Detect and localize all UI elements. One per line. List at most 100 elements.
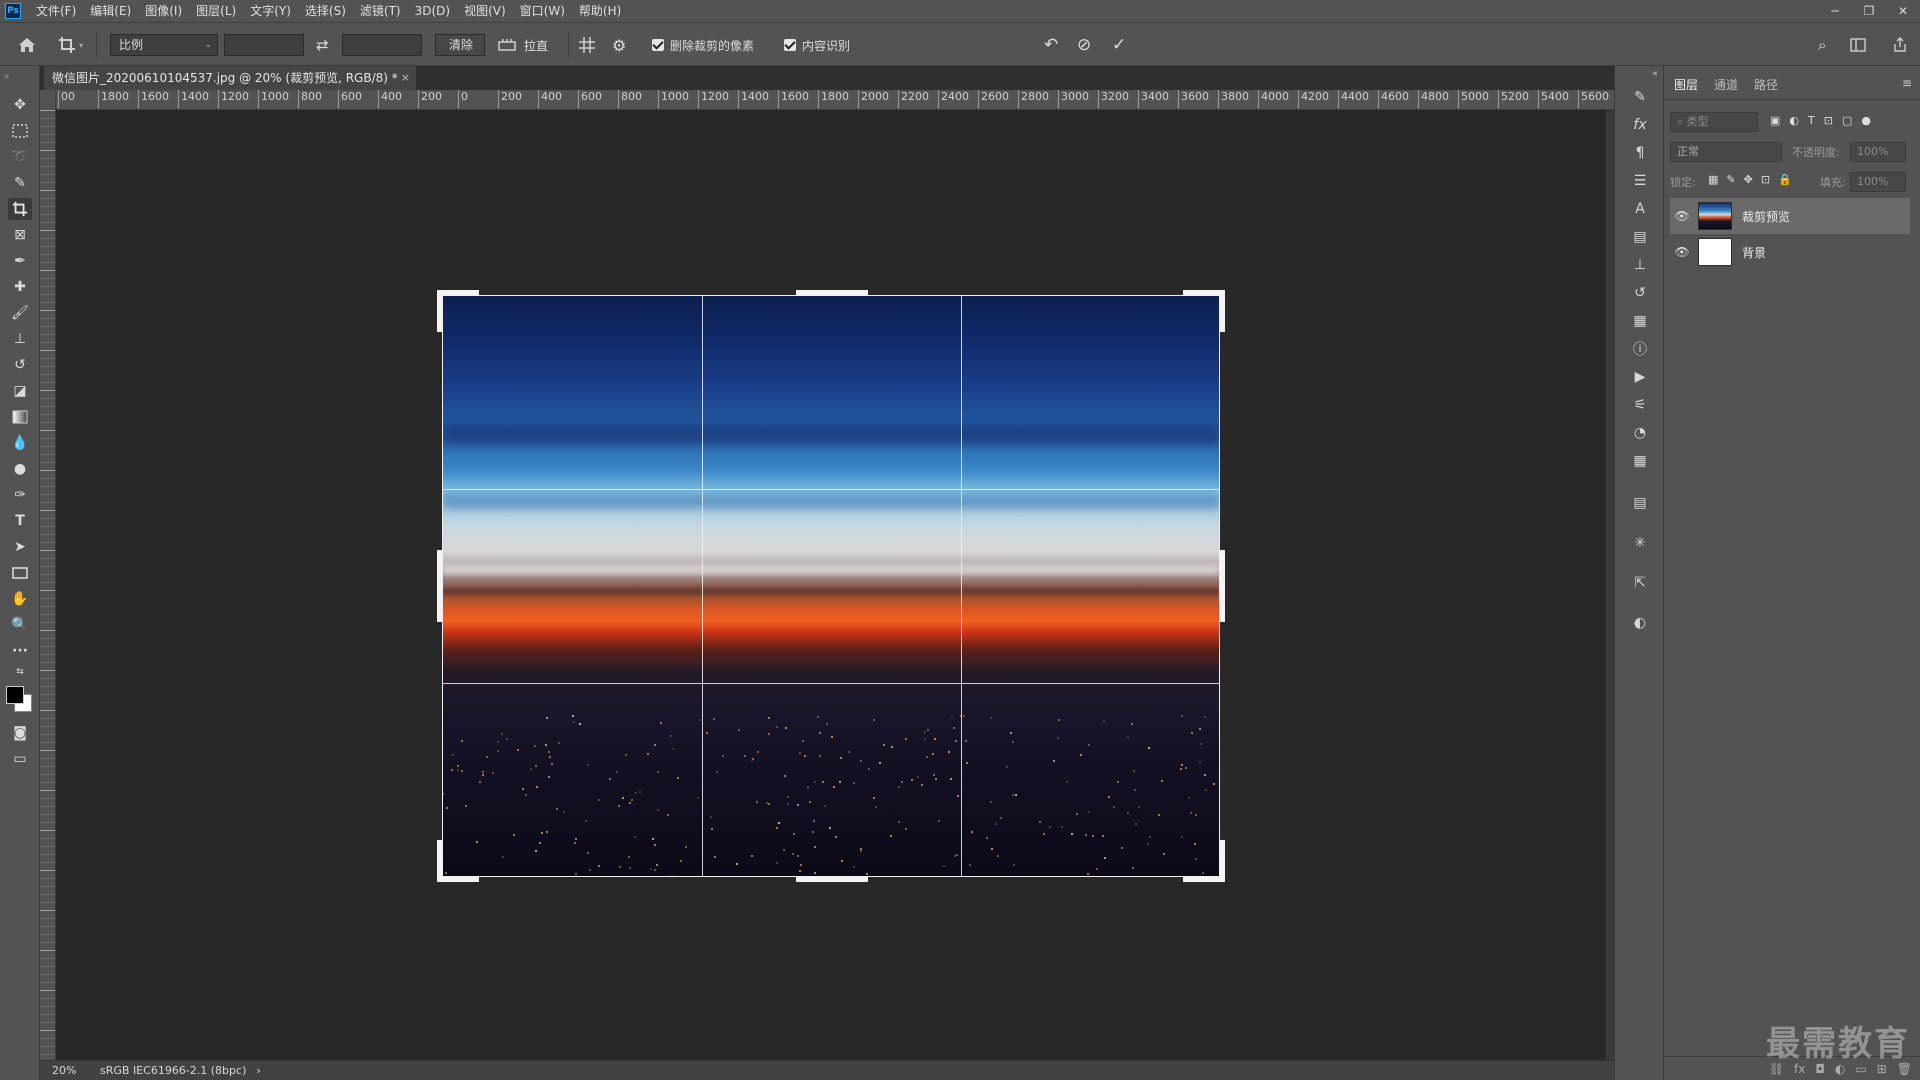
- zoom-level[interactable]: 20%: [52, 1064, 92, 1077]
- brush-tool[interactable]: 🖌: [8, 302, 32, 324]
- clone-stamp-tool[interactable]: ⊥: [8, 328, 32, 350]
- crop-handle-top-left[interactable]: [437, 290, 442, 332]
- tab-layers[interactable]: 图层: [1674, 76, 1698, 93]
- menu-file[interactable]: 文件(F): [29, 0, 83, 22]
- share-button[interactable]: [1892, 23, 1908, 67]
- adjustments-icon[interactable]: ⚟: [1628, 394, 1652, 416]
- crop-handle-top-right[interactable]: [1183, 290, 1225, 295]
- clear-button[interactable]: 清除: [435, 34, 485, 56]
- hand-tool[interactable]: ✋: [8, 588, 32, 610]
- screen-mode-button[interactable]: ▭: [8, 748, 32, 770]
- crop-handle-bottom[interactable]: [796, 877, 868, 882]
- info-icon[interactable]: ⓘ: [1628, 338, 1652, 360]
- crop-handle-top[interactable]: [796, 290, 868, 295]
- minimize-button[interactable]: ─: [1818, 0, 1852, 22]
- character-icon[interactable]: A: [1628, 198, 1652, 220]
- document-tab[interactable]: 微信图片_20200610104537.jpg @ 20% (裁剪预览, RGB…: [44, 66, 416, 90]
- notes-icon[interactable]: ▤: [1628, 492, 1652, 514]
- straighten-button[interactable]: 拉直: [498, 23, 548, 67]
- delete-cropped-pixels-checkbox[interactable]: 删除裁剪的像素: [652, 23, 754, 67]
- horizontal-ruler[interactable]: 00 1800 1600 1400 1200 1000 800 600 400 200 0 200 40…: [56, 90, 1614, 110]
- crop-settings-button[interactable]: ⚙: [612, 23, 626, 67]
- search-button[interactable]: ⌕: [1818, 23, 1826, 67]
- frame-tool[interactable]: ⊠: [8, 224, 32, 246]
- adjustment-filter-icon[interactable]: ◐: [1789, 114, 1799, 127]
- crop-tool-preset[interactable]: ▾: [58, 23, 83, 67]
- navigator-icon[interactable]: ✳: [1628, 532, 1652, 554]
- properties-icon[interactable]: ☰: [1628, 170, 1652, 192]
- opacity-input[interactable]: 100%: [1850, 142, 1906, 162]
- foreground-color-swatch-front[interactable]: [6, 686, 24, 704]
- blur-tool[interactable]: 💧: [8, 432, 32, 454]
- gradient-tool[interactable]: [8, 406, 32, 428]
- content-aware-checkbox[interactable]: 内容识别: [784, 23, 850, 67]
- commit-crop-button[interactable]: ✓: [1112, 23, 1126, 67]
- ratio-select[interactable]: 比例 ⌄: [110, 34, 218, 56]
- fill-input[interactable]: 100%: [1850, 172, 1906, 192]
- status-menu-arrow[interactable]: ›: [256, 1064, 260, 1077]
- type-tool[interactable]: T: [8, 510, 32, 532]
- crop-box[interactable]: [442, 295, 1220, 877]
- clone-source-icon[interactable]: ⊥: [1628, 254, 1652, 276]
- history-icon[interactable]: ↺: [1628, 282, 1652, 304]
- crop-handle-bottom-left[interactable]: [437, 877, 479, 882]
- marquee-tool[interactable]: [8, 120, 32, 142]
- table-icon[interactable]: ▦: [1628, 450, 1652, 472]
- blend-mode-select[interactable]: 正常: [1670, 142, 1782, 162]
- restore-button[interactable]: ❐: [1852, 0, 1886, 22]
- vertical-ruler[interactable]: [40, 110, 56, 1060]
- layer-row[interactable]: 👁 背景: [1670, 234, 1910, 270]
- menu-filter[interactable]: 滤镜(T): [353, 0, 408, 22]
- crop-handle-left[interactable]: [437, 550, 442, 622]
- swap-colors-button[interactable]: ⇆: [8, 666, 32, 678]
- menu-3d[interactable]: 3D(D): [408, 0, 457, 22]
- overlay-options-button[interactable]: [578, 23, 596, 67]
- reset-crop-button[interactable]: ↶: [1044, 23, 1058, 67]
- quick-selection-tool[interactable]: ✎: [8, 172, 32, 194]
- dodge-tool[interactable]: ●: [8, 458, 32, 480]
- lock-position-icon[interactable]: ✥: [1744, 173, 1753, 186]
- workspace-button[interactable]: [1850, 23, 1866, 67]
- close-window-button[interactable]: ✕: [1886, 0, 1920, 22]
- eye-icon[interactable]: 👁: [1670, 209, 1694, 223]
- menu-edit[interactable]: 编辑(E): [83, 0, 138, 22]
- eyedropper-tool[interactable]: ✒: [8, 250, 32, 272]
- height-input[interactable]: [342, 34, 422, 56]
- menu-image[interactable]: 图像(I): [138, 0, 189, 22]
- crop-handle-bottom-left[interactable]: [437, 840, 442, 882]
- crop-handle-top-left[interactable]: [437, 290, 479, 295]
- vertical-scrollbar[interactable]: [1606, 110, 1614, 1060]
- filter-toggle-icon[interactable]: ●: [1861, 114, 1871, 127]
- healing-brush-tool[interactable]: ✚: [8, 276, 32, 298]
- crop-tool[interactable]: [8, 198, 32, 220]
- smart-object-filter-icon[interactable]: ▢: [1842, 114, 1852, 127]
- lasso-tool[interactable]: ➰: [8, 146, 32, 168]
- tab-paths[interactable]: 路径: [1754, 76, 1778, 93]
- crop-handle-top-right[interactable]: [1220, 290, 1225, 332]
- width-input[interactable]: [224, 34, 304, 56]
- export-icon[interactable]: ⇱: [1628, 572, 1652, 594]
- image-filter-icon[interactable]: ▣: [1770, 114, 1780, 127]
- color-icon[interactable]: ◔: [1628, 422, 1652, 444]
- move-tool[interactable]: ✥: [8, 94, 32, 116]
- type-filter-icon[interactable]: T: [1808, 114, 1815, 127]
- ruler-origin[interactable]: [40, 90, 56, 110]
- brush-settings-icon[interactable]: ✎: [1628, 86, 1652, 108]
- menu-view[interactable]: 视图(V): [457, 0, 513, 22]
- zoom-tool[interactable]: 🔍: [8, 614, 32, 636]
- styles-fx-icon[interactable]: fx: [1628, 114, 1652, 136]
- collapse-toolbar-icon[interactable]: »: [4, 72, 28, 82]
- home-button[interactable]: [18, 23, 36, 67]
- crop-handle-bottom-right[interactable]: [1183, 877, 1225, 882]
- panel-menu-icon[interactable]: ≡: [1902, 76, 1912, 90]
- history-brush-tool[interactable]: ↺: [8, 354, 32, 376]
- menu-help[interactable]: 帮助(H): [572, 0, 628, 22]
- path-selection-tool[interactable]: ➤: [8, 536, 32, 558]
- menu-type[interactable]: 文字(Y): [243, 0, 298, 22]
- pen-tool[interactable]: ✑: [8, 484, 32, 506]
- crop-handle-right[interactable]: [1220, 550, 1225, 622]
- rectangle-tool[interactable]: [8, 562, 32, 584]
- quick-mask-button[interactable]: ◙: [8, 722, 32, 744]
- layer-filter-select[interactable]: ⌕ 类型: [1670, 112, 1758, 132]
- tab-channels[interactable]: 通道: [1714, 76, 1738, 93]
